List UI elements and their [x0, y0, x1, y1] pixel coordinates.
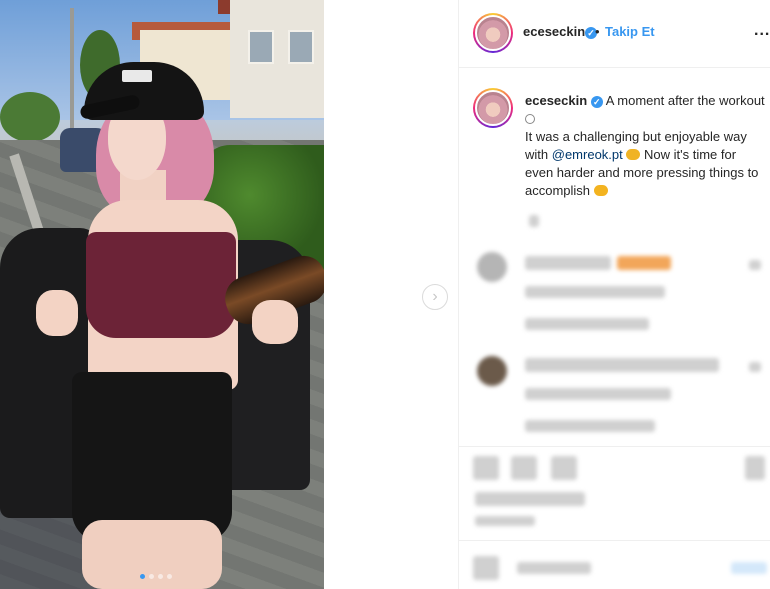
- comment-box-divider: [459, 540, 770, 541]
- comment-avatar-obscured[interactable]: [477, 252, 507, 282]
- author-username[interactable]: eceseckin: [523, 24, 585, 39]
- caption-mention-link[interactable]: @emreok.pt: [552, 147, 623, 162]
- photo-sports-bra: [86, 232, 236, 338]
- post-photo[interactable]: [0, 0, 324, 589]
- photo-person: [0, 0, 324, 589]
- carousel-dot[interactable]: [149, 574, 154, 579]
- comment-icon[interactable]: [511, 456, 537, 480]
- post-side-panel: eceseckin ✓ • Takip Et ... eceseckin ✓ A…: [458, 0, 770, 589]
- caption-text-line1: A moment after the workout: [605, 93, 765, 108]
- follow-button[interactable]: Takip Et: [605, 24, 655, 39]
- verified-badge-icon: ✓: [590, 96, 603, 108]
- avatar-image: [475, 90, 511, 126]
- comment-meta-obscured: [525, 388, 671, 400]
- next-slide-button[interactable]: ›: [422, 284, 448, 310]
- carousel-dot[interactable]: [158, 574, 163, 579]
- comment-meta-obscured: [525, 286, 665, 298]
- more-options-icon[interactable]: ...: [754, 22, 770, 40]
- comment-replies-obscured[interactable]: [525, 318, 649, 330]
- comment-like-obscured[interactable]: [749, 260, 761, 270]
- share-icon[interactable]: [551, 456, 577, 480]
- likes-count-obscured[interactable]: [475, 492, 585, 506]
- post-header: eceseckin ✓ • Takip Et ...: [459, 0, 770, 68]
- add-comment-input[interactable]: [517, 562, 591, 574]
- comment-replies-obscured[interactable]: [525, 420, 655, 432]
- carousel-dots: [140, 574, 172, 579]
- comment-like-obscured[interactable]: [749, 362, 761, 372]
- photo-hand-right: [252, 300, 298, 344]
- post-date-obscured: [475, 516, 535, 526]
- caption-author-avatar[interactable]: [473, 88, 513, 128]
- comment-avatar-obscured[interactable]: [477, 356, 507, 386]
- photo-cap-logo: [122, 70, 152, 82]
- carousel-dot[interactable]: [140, 574, 145, 579]
- post-comment-button[interactable]: [731, 562, 767, 574]
- like-icon[interactable]: [473, 456, 499, 480]
- actions-divider: [459, 446, 770, 447]
- caption-username[interactable]: eceseckin: [525, 93, 587, 108]
- comment-text-obscured: [525, 358, 719, 372]
- bookmark-icon[interactable]: [745, 456, 765, 480]
- avatar-image: [475, 15, 511, 51]
- caption-meta-obscured: [529, 215, 539, 227]
- fist-emoji-icon: [593, 185, 608, 196]
- author-avatar[interactable]: [473, 13, 513, 53]
- carousel-dot[interactable]: [167, 574, 172, 579]
- header-separator: •: [595, 24, 600, 39]
- comment-text-obscured: [525, 256, 611, 270]
- photo-shorts: [72, 372, 232, 542]
- post-caption: eceseckin ✓ A moment after the workout I…: [525, 92, 765, 200]
- smile-emoji-icon: [525, 114, 535, 124]
- emoji-picker-icon[interactable]: [473, 556, 499, 580]
- pray-emoji-icon: [626, 149, 641, 160]
- photo-hand-left: [36, 290, 78, 336]
- comment-emoji-obscured: [617, 256, 671, 270]
- chevron-right-icon: ›: [432, 288, 438, 305]
